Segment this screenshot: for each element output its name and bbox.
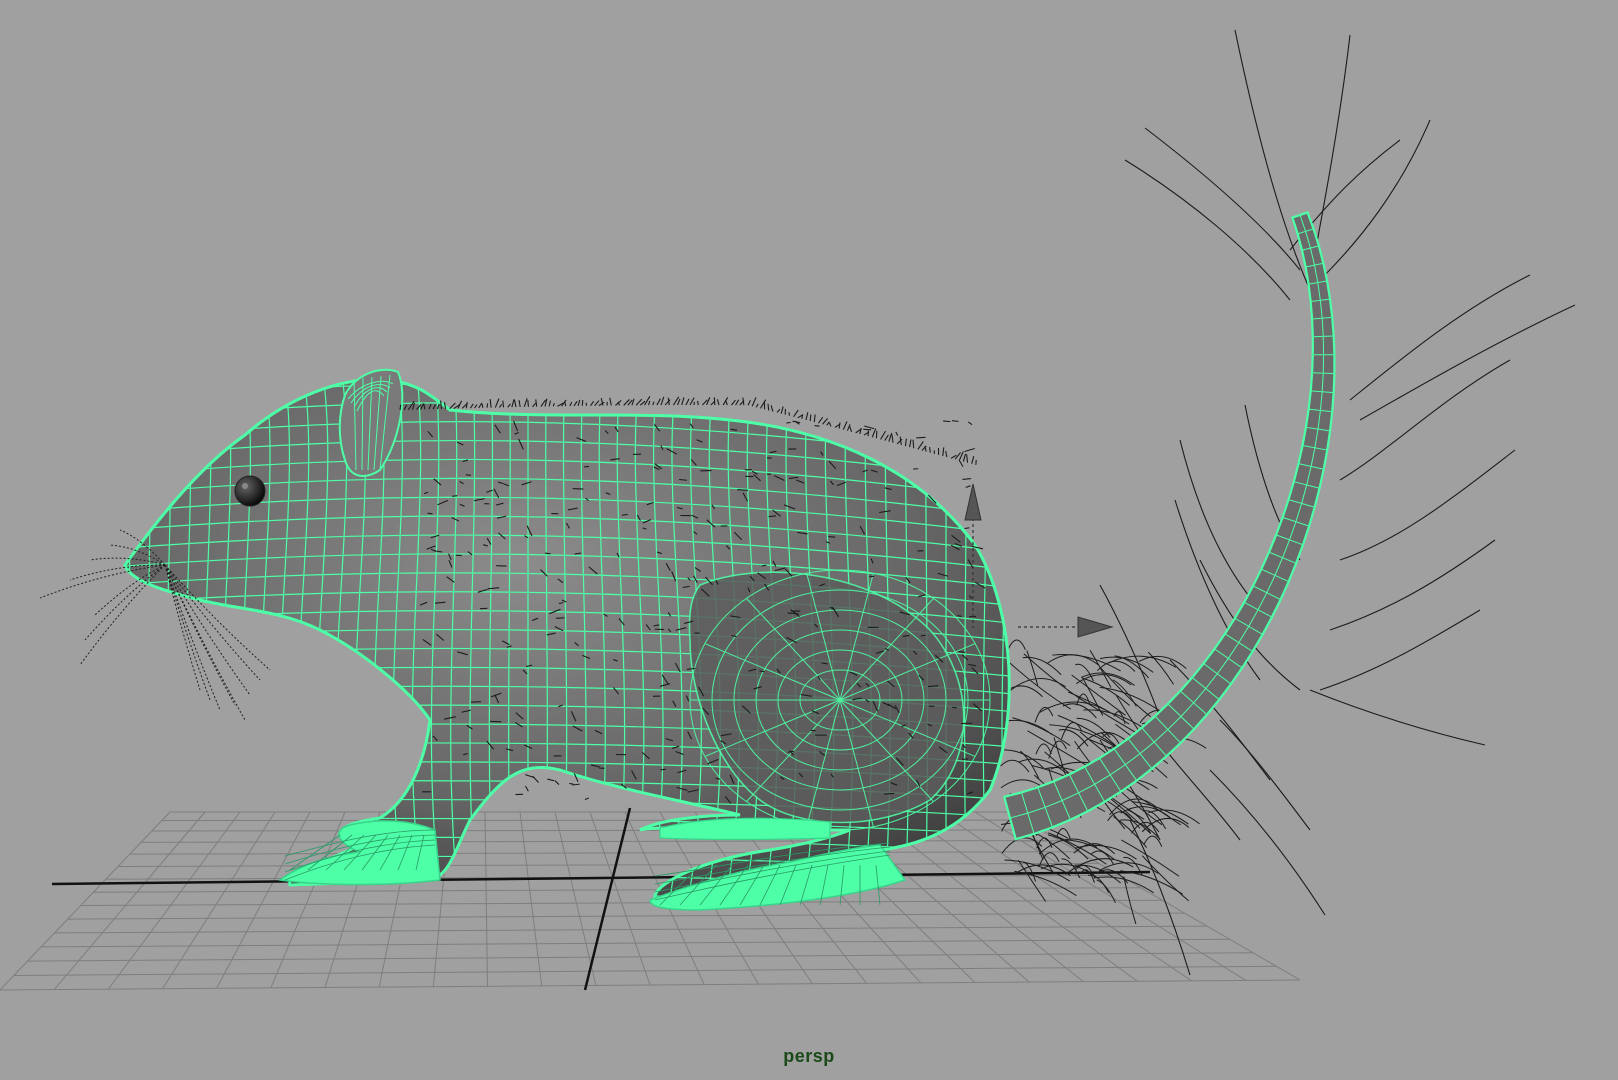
eye — [234, 475, 266, 507]
ground-grid — [0, 807, 1301, 991]
scene-canvas[interactable] — [0, 0, 1618, 1080]
camera-name-label: persp — [783, 1046, 835, 1066]
persp-viewport[interactable]: persp — [0, 0, 1618, 1080]
move-x-arrow-icon[interactable] — [1077, 616, 1114, 638]
move-y-arrow-icon[interactable] — [964, 483, 982, 521]
hair-guides-tail — [1099, 29, 1576, 976]
rat-body-mesh[interactable] — [100, 346, 1050, 920]
eye-highlight — [242, 483, 248, 489]
